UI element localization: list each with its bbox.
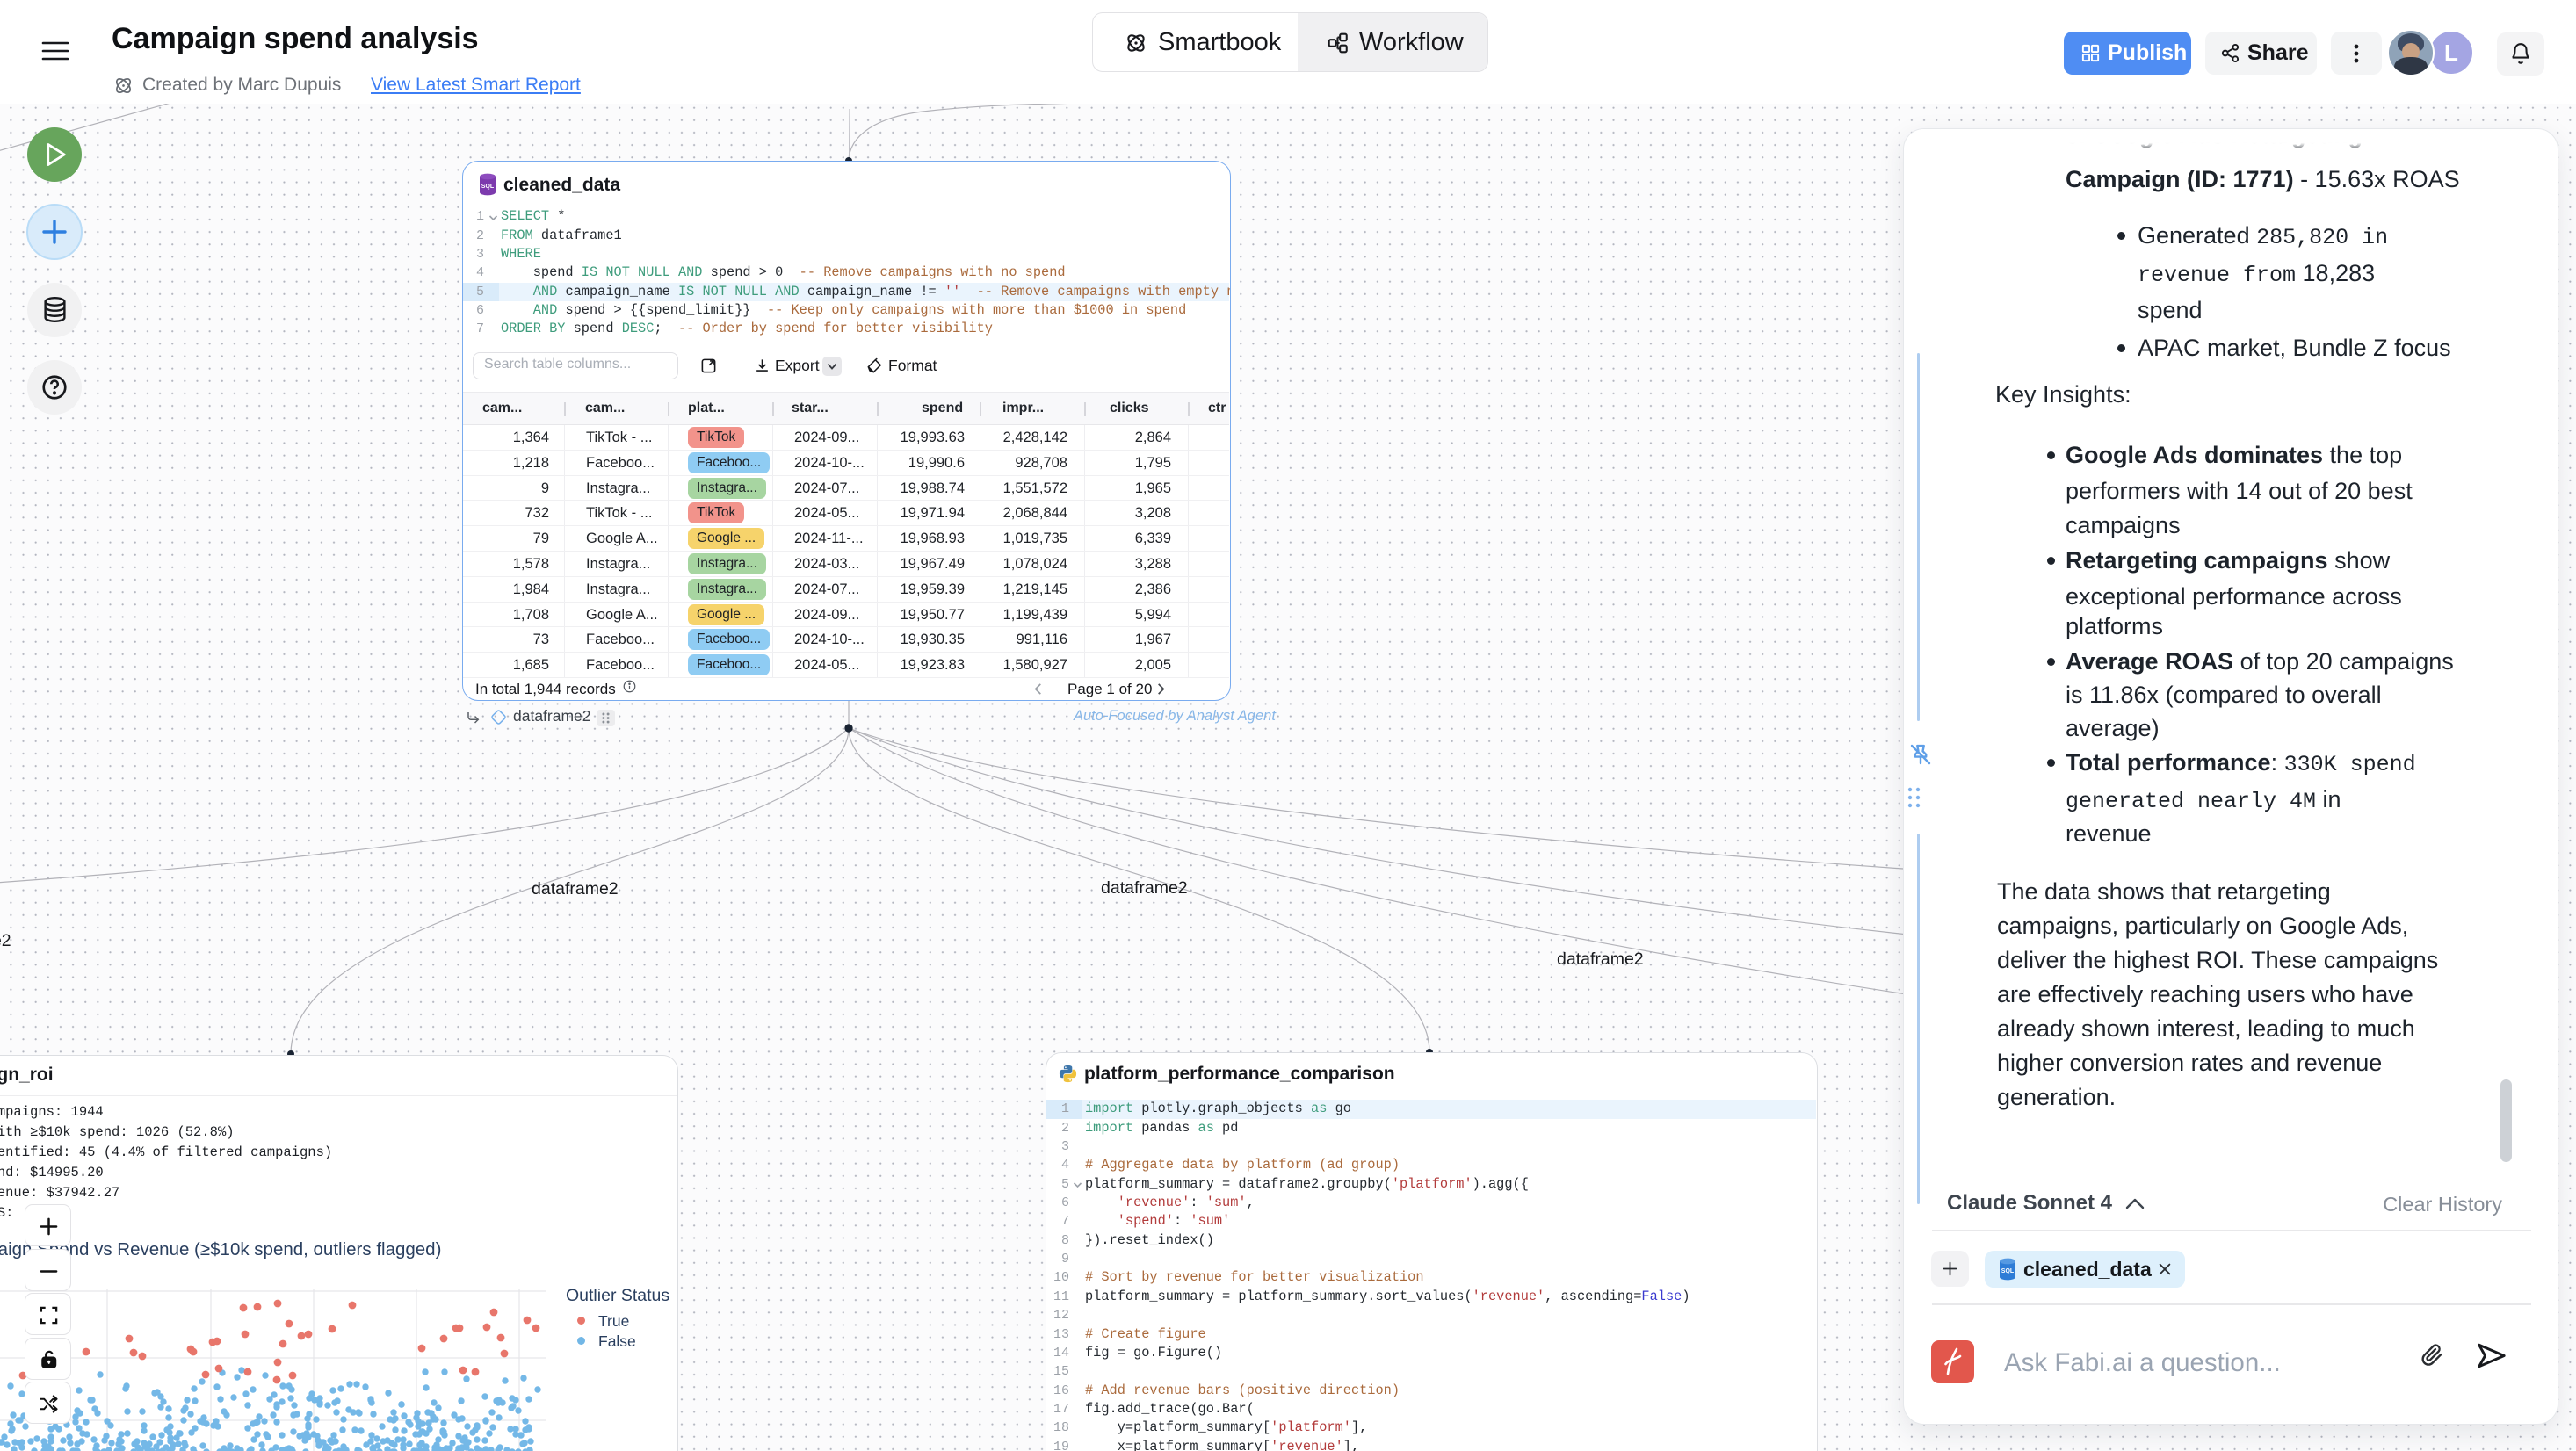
- svg-text:SQL: SQL: [481, 184, 495, 190]
- svg-text:SQL: SQL: [2001, 1268, 2015, 1274]
